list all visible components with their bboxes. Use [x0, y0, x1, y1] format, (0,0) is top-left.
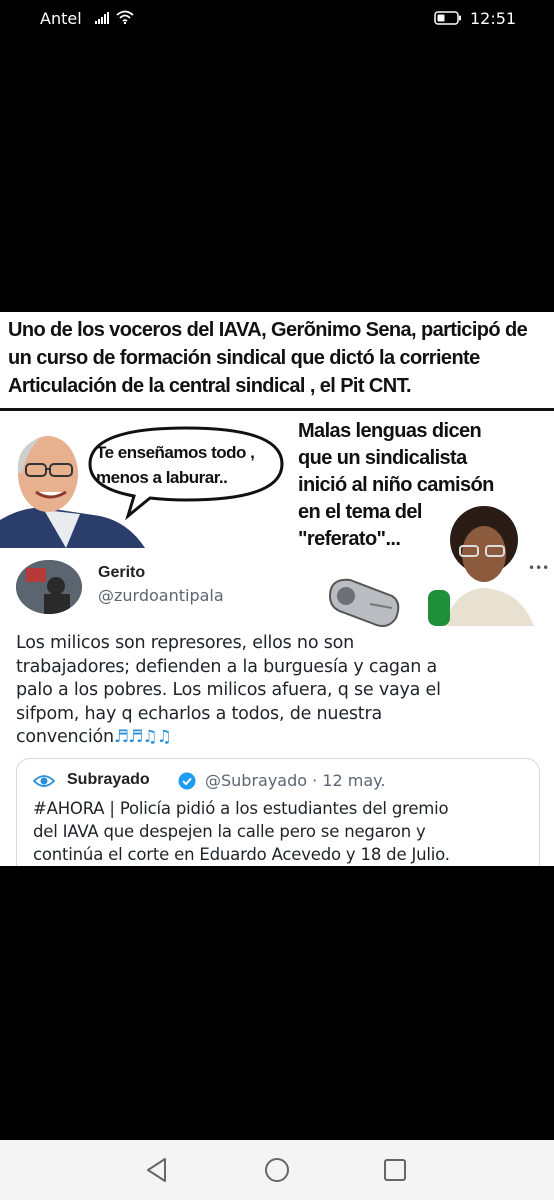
speech-bubble-text: Te enseñamos todo , menos a laburar.. [96, 440, 276, 490]
quoted-tweet-card[interactable]: Subrayado @Subrayado · 12 may. #AHORA | … [16, 758, 540, 866]
quoted-display-name[interactable]: Subrayado [67, 771, 150, 789]
tweet-line: convención♬♬♫♫ [16, 726, 546, 750]
home-icon[interactable] [264, 1157, 290, 1183]
tweet-text: Los milicos son represores, ellos no son… [16, 632, 546, 750]
eye-logo-icon [33, 775, 55, 787]
meme-headline: Uno de los voceros del IAVA, Gerõnimo Se… [8, 316, 548, 408]
bubble-line: Te enseñamos todo , [96, 443, 255, 462]
girl-photo: ••• [424, 506, 554, 626]
svg-text:•••: ••• [528, 561, 549, 575]
headline-line: Articulación de la central sindical , el… [8, 375, 412, 397]
quoted-line: continúa el corte en Eduardo Acevedo y 1… [33, 845, 450, 864]
caption-line: Malas lenguas dicen [298, 420, 482, 442]
tweet-display-name[interactable]: Gerito [98, 564, 145, 582]
navigation-bar [0, 1140, 554, 1200]
tweet-line: palo a los pobres. Los milicos afuera, q… [16, 680, 441, 700]
clock: 12:51 [470, 9, 517, 28]
tweet-line: trabajadores; defienden a la burguesía y… [16, 656, 438, 677]
back-icon[interactable] [145, 1157, 169, 1183]
quoted-handle-date[interactable]: @Subrayado · 12 may. [205, 771, 385, 790]
signal-strength-icon [95, 12, 109, 24]
recents-icon[interactable] [383, 1158, 407, 1182]
headline-line: un curso de formación sindical que dictó… [8, 347, 480, 369]
battery-icon [434, 11, 461, 25]
tweet-line: Los milicos son represores, ellos no son [16, 633, 355, 653]
tweet-line-text: convención [16, 727, 114, 747]
tweet-line: sifpom, hay q echarlos a todos, de nuest… [16, 703, 382, 724]
quoted-line: #AHORA | Policía pidió a los estudiantes… [33, 799, 449, 818]
user-avatar[interactable] [16, 560, 82, 614]
headline-line: Uno de los voceros del IAVA, Gerõnimo Se… [8, 319, 528, 341]
quoted-line: del IAVA que despejen la calle pero se n… [33, 822, 426, 841]
verified-badge-icon [178, 772, 196, 790]
tweet-handle[interactable]: @zurdoantipala [98, 586, 224, 605]
caption-line: inició al niño camisón [298, 474, 494, 496]
wifi-icon [116, 10, 134, 24]
caption-line: que un sindicalista [298, 447, 467, 469]
carrier-name: Antel [40, 9, 82, 28]
bubble-line: menos a laburar.. [96, 468, 228, 487]
status-bar: Antel 12:51 [0, 0, 554, 40]
music-notes-emoji: ♬♬♫♫ [113, 727, 172, 747]
quoted-tweet-text: #AHORA | Policía pidió a los estudiantes… [33, 797, 533, 866]
meme-image[interactable]: Uno de los voceros del IAVA, Gerõnimo Se… [0, 312, 554, 866]
whistle-icon [328, 578, 400, 627]
headline-divider [0, 408, 554, 411]
